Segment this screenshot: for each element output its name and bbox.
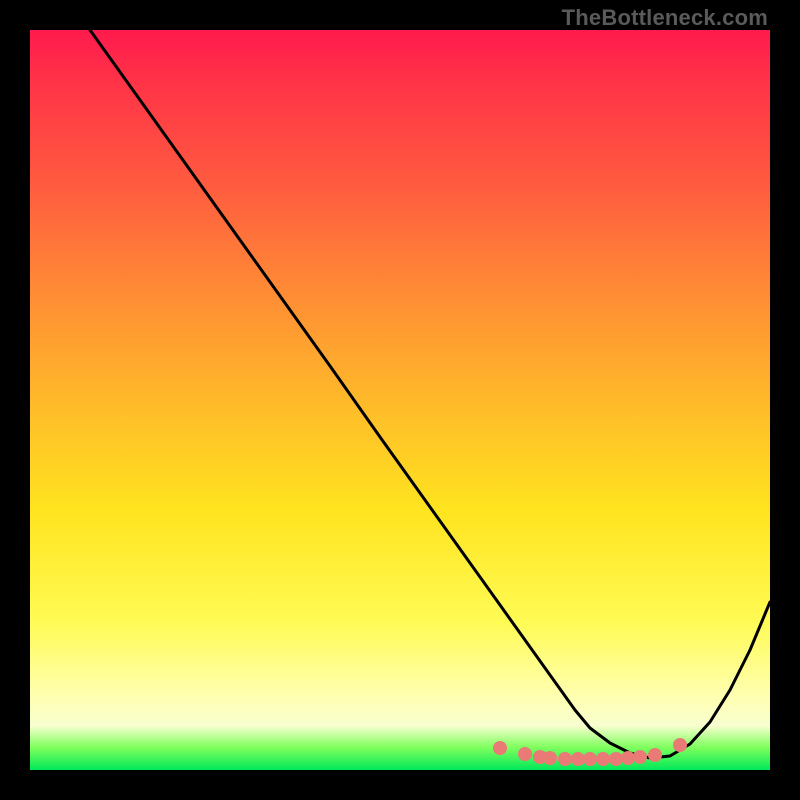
pink-dot [493, 741, 507, 755]
pink-dot [633, 750, 647, 764]
pink-dot [621, 751, 635, 765]
bottleneck-curve [90, 30, 770, 758]
pink-dot [609, 752, 623, 766]
pink-dot [583, 752, 597, 766]
pink-dot [648, 748, 662, 762]
curve-layer [30, 30, 770, 770]
plot-area [30, 30, 770, 770]
pink-dot [518, 747, 532, 761]
pink-dot [571, 752, 585, 766]
watermark-text: TheBottleneck.com [562, 5, 768, 31]
pink-dot [533, 750, 547, 764]
pink-dot [596, 752, 610, 766]
pink-dot [558, 752, 572, 766]
pink-dot [673, 738, 687, 752]
chart-frame: TheBottleneck.com [0, 0, 800, 800]
pink-dot [543, 751, 557, 765]
